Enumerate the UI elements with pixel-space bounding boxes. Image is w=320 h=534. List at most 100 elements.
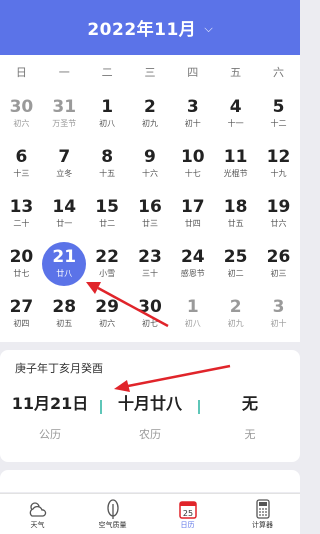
day-cell[interactable]: 18 廿五 bbox=[214, 189, 257, 239]
lunar-date-label: 农历 bbox=[139, 428, 161, 441]
lunar-label: 十三 bbox=[13, 169, 30, 178]
lunar-label: 十九 bbox=[270, 169, 287, 178]
day-cell[interactable]: 17 廿四 bbox=[171, 189, 214, 239]
day-number: 1 bbox=[186, 297, 199, 317]
day-number: 9 bbox=[144, 147, 156, 167]
day-cell[interactable]: 22 小雪 bbox=[86, 239, 129, 289]
day-number: 17 bbox=[180, 197, 205, 217]
lunar-label: 十六 bbox=[141, 169, 158, 178]
tab-label: 空气质量 bbox=[98, 521, 127, 529]
lunar-label: 十七 bbox=[184, 169, 201, 178]
day-cell[interactable]: 15 廿二 bbox=[86, 189, 129, 239]
weekday-label: 一 bbox=[58, 66, 70, 79]
lunar-label: 感恩节 bbox=[180, 269, 205, 278]
column-divider bbox=[100, 400, 102, 414]
day-cell[interactable]: 20 廿七 bbox=[0, 239, 43, 289]
lunar-label: 初三 bbox=[270, 269, 287, 278]
day-cell[interactable]: 2 初九 bbox=[214, 289, 257, 339]
day-number: 19 bbox=[266, 197, 291, 217]
lunar-label: 初八 bbox=[99, 119, 116, 128]
lunar-date-column: 十月廿八 农历 bbox=[100, 390, 200, 450]
day-cell[interactable]: 30 初七 bbox=[129, 289, 172, 339]
day-cell[interactable]: 10 十七 bbox=[171, 139, 214, 189]
day-number: 10 bbox=[180, 147, 205, 167]
lunar-label: 立冬 bbox=[56, 169, 73, 178]
day-cell[interactable]: 27 初四 bbox=[0, 289, 43, 339]
day-cell[interactable]: 6 十三 bbox=[0, 139, 43, 189]
day-number: 23 bbox=[138, 247, 162, 267]
lunar-label: 初六 bbox=[13, 119, 30, 128]
day-cell[interactable]: 19 廿六 bbox=[257, 189, 300, 239]
day-cell[interactable]: 26 初三 bbox=[257, 239, 300, 289]
day-number: 7 bbox=[58, 147, 71, 167]
day-number: 24 bbox=[180, 247, 205, 267]
day-cell[interactable]: 11 光棍节 bbox=[214, 139, 257, 189]
day-number: 29 bbox=[95, 297, 119, 317]
day-number: 21 bbox=[52, 247, 77, 267]
solar-date-label: 公历 bbox=[39, 428, 61, 441]
day-cell[interactable]: 3 初十 bbox=[257, 289, 300, 339]
day-cell[interactable]: 30 初六 bbox=[0, 89, 43, 139]
day-cell[interactable]: 9 十六 bbox=[129, 139, 172, 189]
day-cell[interactable]: 8 十五 bbox=[86, 139, 129, 189]
day-cell[interactable]: 12 十九 bbox=[257, 139, 300, 189]
lunar-date-value: 十月廿八 bbox=[117, 394, 182, 413]
lunar-label: 初五 bbox=[56, 319, 73, 328]
festival-column: 无 无 bbox=[200, 390, 300, 450]
tab-label: 天气 bbox=[30, 521, 45, 529]
day-cell[interactable]: 29 初六 bbox=[86, 289, 129, 339]
day-cell[interactable]: 31 万圣节 bbox=[43, 89, 86, 139]
day-cell[interactable]: 2 初九 bbox=[129, 89, 172, 139]
lunar-label: 初四 bbox=[13, 319, 30, 328]
weekday-header: 日一二三四五六 bbox=[0, 55, 300, 89]
month-header[interactable]: 2022年11月 ⌵ bbox=[0, 0, 300, 55]
lunar-label: 十一 bbox=[227, 119, 244, 128]
lunar-label: 廿五 bbox=[227, 219, 244, 228]
lunar-label: 光棍节 bbox=[223, 169, 248, 178]
calculator-icon bbox=[255, 499, 270, 519]
day-cell[interactable]: 5 十二 bbox=[257, 89, 300, 139]
day-number: 31 bbox=[52, 97, 77, 117]
day-number: 6 bbox=[15, 147, 28, 167]
day-cell-selected[interactable]: 21 廿八 bbox=[42, 239, 87, 289]
day-number: 3 bbox=[272, 297, 285, 317]
day-cell[interactable]: 1 初八 bbox=[86, 89, 129, 139]
lunar-label: 十二 bbox=[270, 119, 287, 128]
content-strip bbox=[0, 470, 300, 492]
month-title[interactable]: 2022年11月 bbox=[87, 15, 196, 40]
day-cell[interactable]: 23 三十 bbox=[129, 239, 172, 289]
tab-calculator[interactable]: 计算器 bbox=[225, 494, 300, 534]
lunar-label: 初六 bbox=[99, 319, 116, 328]
day-cell[interactable]: 1 初八 bbox=[171, 289, 214, 339]
day-number: 18 bbox=[223, 197, 248, 217]
day-cell[interactable]: 7 立冬 bbox=[43, 139, 86, 189]
day-cell[interactable]: 25 初二 bbox=[214, 239, 257, 289]
day-number: 25 bbox=[223, 247, 248, 267]
air-quality-icon bbox=[106, 499, 119, 519]
day-cell[interactable]: 4 十一 bbox=[214, 89, 257, 139]
day-cell[interactable]: 13 二十 bbox=[0, 189, 43, 239]
tab-air-quality[interactable]: 空气质量 bbox=[75, 494, 150, 534]
day-number: 11 bbox=[223, 147, 248, 167]
festival-value: 无 bbox=[241, 394, 258, 413]
lunar-label: 廿三 bbox=[141, 219, 158, 228]
weekday-label: 三 bbox=[144, 66, 156, 79]
calendar-panel: 日一二三四五六 30 初六 31 万圣节 1 初八 2 初九 3 初十 4 十一 5 十二 6 十三 7 立冬 8 十… bbox=[0, 55, 300, 342]
day-cell[interactable]: 3 初十 bbox=[171, 89, 214, 139]
lunar-label: 三十 bbox=[141, 269, 158, 278]
lunar-label: 廿六 bbox=[270, 219, 287, 228]
day-cell[interactable]: 28 初五 bbox=[43, 289, 86, 339]
lunar-label: 万圣节 bbox=[52, 119, 77, 128]
lunar-label: 初九 bbox=[141, 119, 158, 128]
day-number: 4 bbox=[229, 97, 242, 117]
day-cell[interactable]: 16 廿三 bbox=[129, 189, 172, 239]
chevron-down-icon[interactable]: ⌵ bbox=[204, 22, 212, 36]
day-number: 20 bbox=[9, 247, 34, 267]
day-cell[interactable]: 14 廿一 bbox=[43, 189, 86, 239]
day-cell[interactable]: 24 感恩节 bbox=[171, 239, 214, 289]
lunar-label: 廿八 bbox=[56, 269, 73, 278]
tab-weather[interactable]: 天气 bbox=[0, 494, 75, 534]
date-info-card: 庚子年丁亥月癸酉 11月21日 公历 十月廿八 农历 无 无 bbox=[0, 350, 300, 462]
day-number: 5 bbox=[272, 97, 285, 117]
tab-calendar[interactable]: 25 日历 bbox=[150, 494, 225, 534]
